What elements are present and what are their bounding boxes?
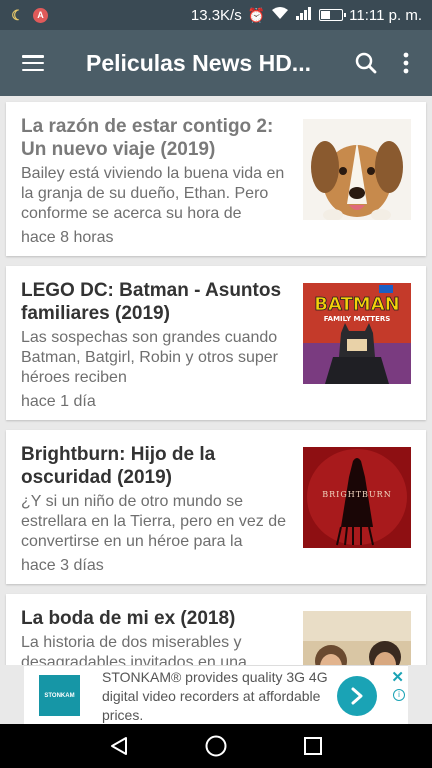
- moon-icon: ☾: [11, 6, 24, 23]
- ad-close-icon[interactable]: ✕: [391, 668, 404, 686]
- chevron-right-icon: [351, 687, 363, 705]
- news-title: La boda de mi ex (2018): [21, 608, 236, 629]
- home-circle-icon: [205, 735, 227, 757]
- battery-level: [321, 11, 331, 19]
- search-button[interactable]: [346, 43, 386, 83]
- clock: 11:11 p. m.: [349, 6, 422, 24]
- recents-button[interactable]: [293, 726, 333, 766]
- system-nav-bar: [0, 724, 432, 768]
- hamburger-icon: [22, 55, 44, 71]
- menu-button[interactable]: [0, 30, 66, 96]
- ad-choices-icon[interactable]: i: [393, 689, 405, 701]
- news-title: Brightburn: Hijo de la oscuridad (2019): [21, 444, 216, 488]
- poster-subtitle: FAMILY MATTERS: [324, 315, 391, 323]
- news-card[interactable]: La razón de estar contigo 2: Un nuevo vi…: [6, 102, 426, 256]
- news-title: LEGO DC: Batman - Asuntos familiares (20…: [21, 280, 282, 324]
- poster-title: BATMAN: [314, 294, 399, 315]
- overflow-menu-button[interactable]: [386, 43, 426, 83]
- ad-open-button[interactable]: [337, 676, 377, 716]
- news-description: ¿Y si un niño de otro mundo se estrellar…: [21, 493, 287, 550]
- more-vert-icon: [403, 52, 409, 74]
- app-bar: Peliculas News HD...: [0, 30, 432, 96]
- ad-text: STONKAM® provides quality 3G 4G digital …: [102, 669, 328, 723]
- news-card[interactable]: LEGO DC: Batman - Asuntos familiares (20…: [6, 266, 426, 420]
- poster-brightburn-image: BRIGHTBURN: [303, 447, 411, 548]
- news-card[interactable]: Brightburn: Hijo de la oscuridad (2019) …: [6, 430, 426, 584]
- poster-wedding-image: [303, 611, 411, 665]
- news-description: La historia de dos miserables y desagrad…: [21, 634, 247, 665]
- signal-icon: [295, 6, 313, 24]
- news-description: Las sospechas son grandes cuando Batman,…: [21, 329, 279, 386]
- news-feed[interactable]: La razón de estar contigo 2: Un nuevo vi…: [0, 96, 432, 665]
- status-bar: ☾ A 13.3K/s ⏰ 11:11 p. m.: [0, 0, 432, 30]
- news-time: hace 8 horas: [21, 229, 114, 246]
- search-icon: [355, 52, 377, 74]
- news-title: La razón de estar contigo 2: Un nuevo vi…: [21, 116, 274, 160]
- news-card[interactable]: La boda de mi ex (2018) La historia de d…: [6, 594, 426, 665]
- app-title: Peliculas News HD...: [86, 49, 311, 76]
- battery-icon: [319, 9, 347, 21]
- poster-dog-image: [303, 119, 411, 220]
- network-speed: 13.3K/s: [190, 6, 242, 24]
- news-description: Bailey está viviendo la buena vida en la…: [21, 165, 285, 222]
- poster-batman-image: BATMAN FAMILY MATTERS: [303, 283, 411, 384]
- back-button[interactable]: [99, 726, 139, 766]
- ad-brand-logo: STONKAM: [39, 675, 80, 716]
- news-time: hace 3 días: [21, 557, 104, 574]
- back-triangle-icon: [110, 737, 127, 755]
- wifi-icon: [271, 6, 289, 24]
- ad-banner[interactable]: STONKAM STONKAM® provides quality 3G 4G …: [24, 665, 408, 724]
- news-time: hace 1 día: [21, 393, 96, 410]
- app-notification-icon: A: [33, 7, 48, 23]
- recents-square-icon: [304, 737, 323, 755]
- home-button[interactable]: [196, 726, 236, 766]
- alarm-icon: ⏰: [247, 6, 266, 23]
- poster-title: BRIGHTBURN: [322, 490, 391, 499]
